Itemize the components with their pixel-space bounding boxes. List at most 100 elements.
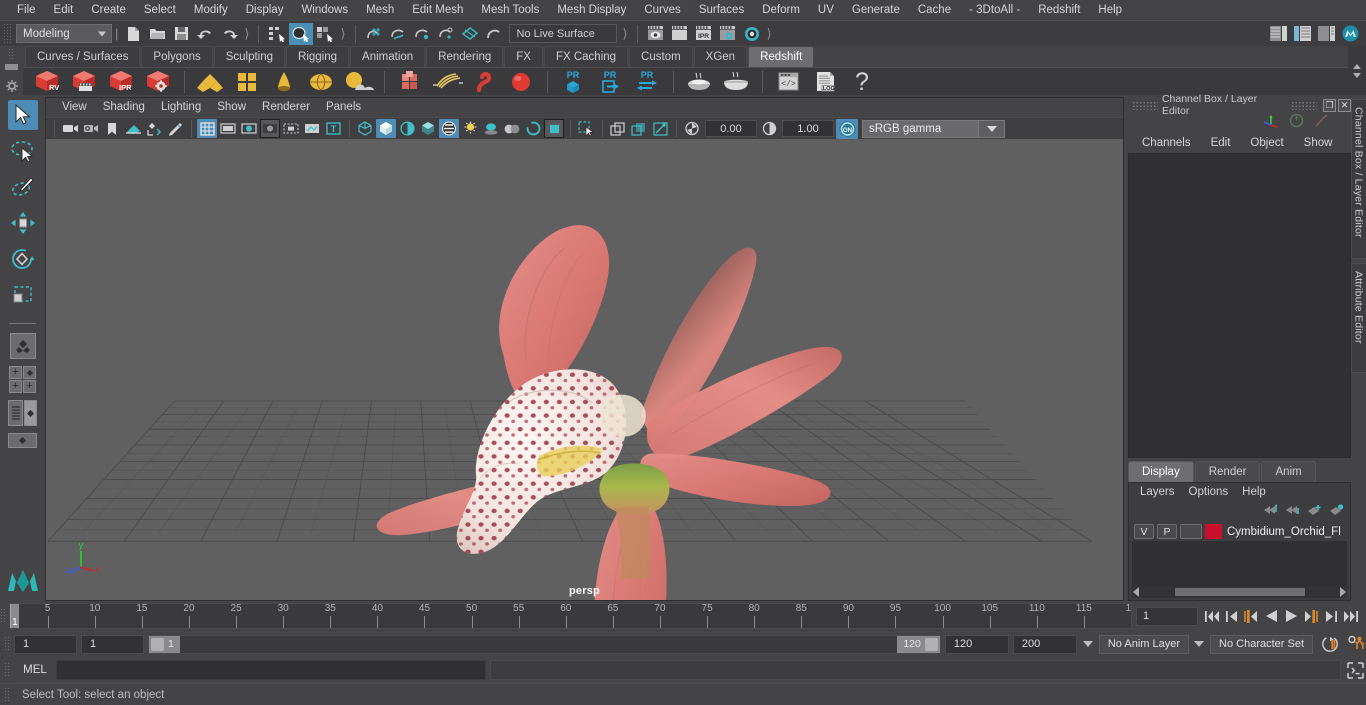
menu-file[interactable]: File — [8, 0, 45, 20]
shelf-redshift-render-settings[interactable] — [140, 68, 176, 95]
channel-box-content[interactable] — [1128, 153, 1351, 458]
snap-to-projected-center-icon[interactable] — [434, 23, 458, 45]
channel-box-menu-channels[interactable]: Channels — [1132, 133, 1201, 153]
range-right-grip[interactable] — [924, 637, 938, 651]
shelf-tab-menu-icon[interactable] — [5, 64, 18, 67]
depth-of-field-icon[interactable] — [544, 119, 564, 138]
shelf-tab-fx-caching[interactable]: FX Caching — [543, 46, 629, 67]
hardware-texturing-icon[interactable] — [418, 119, 438, 138]
shelf-redshift-bokeh-2[interactable] — [718, 68, 754, 95]
shelf-redshift-log[interactable]: .LOG — [807, 68, 843, 95]
command-input[interactable] — [56, 660, 486, 680]
maya-brand-icon[interactable] — [1338, 23, 1362, 45]
menu-set-selector[interactable]: Modeling — [16, 24, 112, 43]
step-back-keyframe-icon[interactable] — [1222, 606, 1240, 626]
snap-to-grid-icon[interactable] — [362, 23, 386, 45]
menu-3dtoall[interactable]: - 3DtoAll - — [960, 0, 1029, 20]
character-set-dropdown-arrow-icon[interactable] — [1194, 641, 1205, 647]
move-layer-down-icon[interactable] — [1285, 503, 1300, 521]
animation-start-field[interactable]: 1 — [14, 634, 77, 654]
help-line-grip[interactable] — [4, 686, 11, 703]
shadows-icon[interactable] — [460, 119, 480, 138]
playback-end-field[interactable]: 120 — [944, 634, 1009, 654]
exposure-field[interactable]: 0.00 — [705, 120, 757, 137]
scale-tool[interactable] — [8, 280, 38, 310]
auto-keyframe-icon[interactable] — [1319, 633, 1341, 655]
menu-surfaces[interactable]: Surfaces — [690, 0, 753, 20]
shelf-redshift-volume[interactable] — [429, 68, 465, 95]
viewport-3d-view[interactable]: y z x persp — [46, 139, 1123, 600]
layout-cell-2[interactable] — [23, 366, 36, 379]
wireframe-icon[interactable] — [355, 119, 375, 138]
layer-shading-toggle[interactable] — [1180, 524, 1202, 539]
grid-toggle-icon[interactable] — [197, 119, 217, 138]
menu-windows[interactable]: Windows — [292, 0, 357, 20]
menu-edit-mesh[interactable]: Edit Mesh — [403, 0, 472, 20]
layer-list-horizontal-scrollbar[interactable] — [1132, 586, 1347, 598]
color-management-toggle-icon[interactable]: ON — [836, 118, 858, 139]
menu-display[interactable]: Display — [237, 0, 293, 20]
channel-speed-icon[interactable] — [1289, 113, 1304, 133]
side-tab-channel-box-layer-editor[interactable]: Channel Box / Layer Editor — [1350, 99, 1366, 259]
gate-mask-icon[interactable] — [260, 119, 280, 138]
make-live-icon[interactable] — [482, 23, 506, 45]
show-channel-box-icon[interactable] — [1314, 23, 1338, 45]
film-origin-icon[interactable] — [281, 119, 301, 138]
command-language-label[interactable]: MEL — [14, 664, 56, 676]
render-current-frame-icon[interactable] — [668, 23, 692, 45]
select-camera-icon[interactable] — [60, 119, 80, 138]
shelf-redshift-pr-transfer[interactable]: PR — [629, 68, 665, 95]
side-tab-attribute-editor[interactable]: Attribute Editor — [1350, 263, 1366, 373]
restore-window-icon[interactable]: ❐ — [1323, 98, 1337, 112]
new-layer-from-selected-icon[interactable] — [1329, 503, 1344, 521]
status-line-collapse-2[interactable]: ⟩ — [340, 26, 345, 42]
anim-layer-dropdown-arrow-icon[interactable] — [1082, 641, 1093, 647]
outliner-persp-layout[interactable] — [8, 400, 37, 426]
range-slider-grip[interactable] — [4, 636, 11, 652]
menu-modify[interactable]: Modify — [185, 0, 237, 20]
smooth-shade-icon[interactable] — [376, 119, 396, 138]
undo-icon[interactable] — [193, 23, 217, 45]
shelf-redshift-help[interactable]: ? — [844, 68, 880, 95]
isolate-select-icon[interactable] — [576, 119, 596, 138]
layer-editor-menu-options[interactable]: Options — [1182, 483, 1236, 502]
viewport-menu-renderer[interactable]: Renderer — [254, 98, 318, 117]
new-scene-icon[interactable] — [121, 23, 145, 45]
use-all-lights-icon[interactable] — [439, 119, 459, 138]
menu-curves[interactable]: Curves — [635, 0, 689, 20]
animation-preferences-icon[interactable] — [1344, 633, 1366, 655]
character-set-selector[interactable]: No Character Set — [1210, 634, 1313, 654]
viewport-menu-view[interactable]: View — [54, 98, 95, 117]
grease-pencil-icon[interactable] — [165, 119, 185, 138]
paint-select-tool[interactable] — [8, 172, 38, 202]
scroll-left-icon[interactable] — [1133, 587, 1139, 597]
resolution-gate-icon[interactable] — [239, 119, 259, 138]
channel-box-menu-show[interactable]: Show — [1294, 133, 1343, 153]
shelf-redshift-pr-object[interactable]: PR — [555, 68, 591, 95]
show-tool-settings-icon[interactable] — [1290, 23, 1314, 45]
color-space-selector[interactable]: sRGB gamma — [862, 119, 1005, 138]
shelf-tab-rendering[interactable]: Rendering — [426, 46, 504, 67]
play-forwards-icon[interactable] — [1282, 606, 1300, 626]
layout-cell-4[interactable]: + — [23, 380, 36, 393]
shelf-redshift-material[interactable] — [192, 68, 228, 95]
range-left-grip[interactable] — [151, 637, 164, 651]
xray-active-components-icon[interactable] — [650, 119, 670, 138]
shelf-redshift-pr-export[interactable]: PR — [592, 68, 628, 95]
shelf-redshift-proxy[interactable] — [392, 68, 428, 95]
shelf-tab-redshift[interactable]: Redshift — [748, 46, 815, 67]
viewport-menu-shading[interactable]: Shading — [95, 98, 153, 117]
select-by-object-icon[interactable] — [289, 22, 314, 45]
shelf-tab-animation[interactable]: Animation — [350, 46, 426, 67]
new-layer-icon[interactable] — [1307, 503, 1322, 521]
two-d-pan-zoom-icon[interactable] — [144, 119, 164, 138]
shelf-redshift-dome-light[interactable] — [303, 68, 339, 95]
menu-deform[interactable]: Deform — [753, 0, 809, 20]
scrollbar-thumb[interactable] — [1174, 588, 1305, 596]
menu-mesh[interactable]: Mesh — [357, 0, 403, 20]
snap-to-curve-icon[interactable] — [386, 23, 410, 45]
step-forward-keyframe-icon[interactable] — [1322, 606, 1340, 626]
shelf-redshift-ipr-render[interactable]: IPR — [103, 68, 139, 95]
shelf-redshift-sphere[interactable] — [503, 68, 539, 95]
status-line-collapse-3[interactable]: ⟩ — [623, 26, 628, 42]
